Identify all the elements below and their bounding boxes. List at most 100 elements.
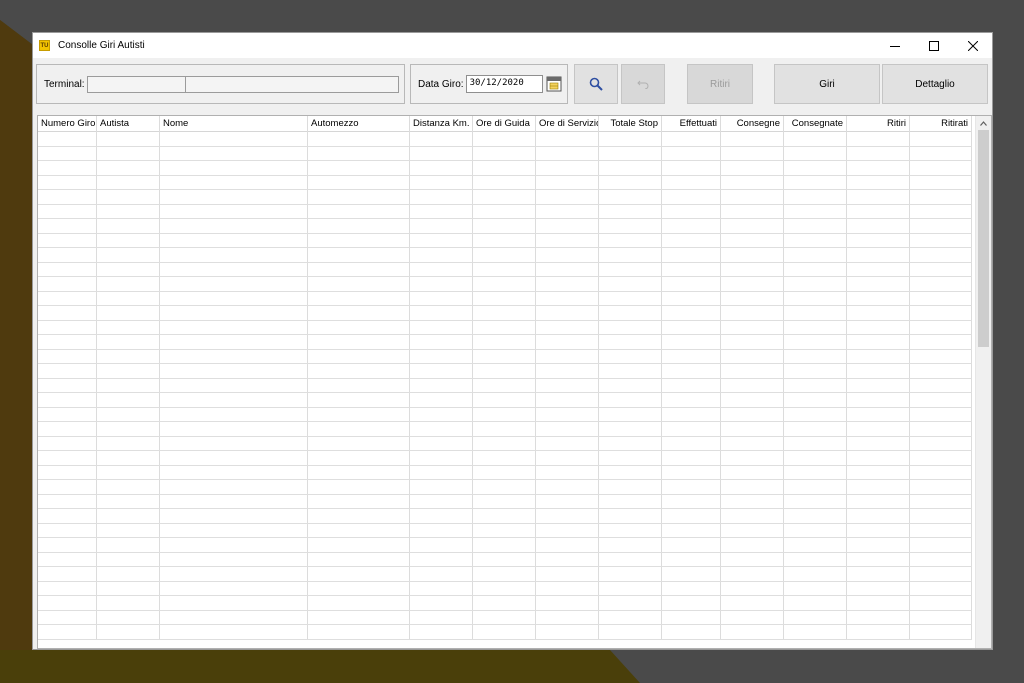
table-cell <box>910 407 972 421</box>
table-cell <box>721 610 784 624</box>
table-cell <box>847 204 910 218</box>
table-cell <box>308 349 410 363</box>
table-row[interactable] <box>38 494 972 509</box>
maximize-button[interactable] <box>914 33 953 58</box>
column-header[interactable]: Consegne <box>721 116 784 132</box>
vertical-scrollbar[interactable] <box>975 116 991 648</box>
minimize-button[interactable] <box>875 33 914 58</box>
date-group: Data Giro: 30/12/2020 <box>410 64 568 104</box>
scrollbar-thumb[interactable] <box>978 130 989 347</box>
table-cell <box>721 306 784 320</box>
table-cell <box>473 219 536 233</box>
column-header[interactable]: Ore di Guida <box>473 116 536 132</box>
column-header[interactable]: Autista <box>97 116 160 132</box>
dettaglio-button[interactable]: Dettaglio <box>882 64 988 104</box>
column-header[interactable]: Totale Stop <box>599 116 662 132</box>
column-header[interactable]: Numero Giro <box>38 116 97 132</box>
table-row[interactable] <box>38 596 972 611</box>
table-cell <box>662 451 721 465</box>
column-header[interactable]: Distanza Km. <box>410 116 473 132</box>
table-cell <box>847 146 910 160</box>
table-row[interactable] <box>38 320 972 335</box>
title-bar[interactable]: TU Consolle Giri Autisti <box>33 33 992 58</box>
table-cell <box>160 277 308 291</box>
table-cell <box>784 320 847 334</box>
table-row[interactable] <box>38 407 972 422</box>
column-header[interactable]: Effettuati <box>662 116 721 132</box>
table-cell <box>308 204 410 218</box>
table-row[interactable] <box>38 610 972 625</box>
table-row[interactable] <box>38 538 972 553</box>
routes-grid[interactable]: Numero Giro Autista Nome Automezzo Distanza … <box>37 115 992 649</box>
table-cell <box>473 436 536 450</box>
table-row[interactable] <box>38 364 972 379</box>
scroll-up-button[interactable] <box>976 116 991 130</box>
table-row[interactable] <box>38 161 972 176</box>
table-row[interactable] <box>38 393 972 408</box>
table-cell <box>536 277 599 291</box>
table-cell <box>473 451 536 465</box>
date-input[interactable]: 30/12/2020 <box>465 75 543 93</box>
table-cell <box>784 190 847 204</box>
giri-button[interactable]: Giri <box>774 64 880 104</box>
table-row[interactable] <box>38 523 972 538</box>
table-cell <box>721 233 784 247</box>
table-row[interactable] <box>38 306 972 321</box>
app-icon: TU <box>39 40 50 51</box>
table-row[interactable] <box>38 175 972 190</box>
table-row[interactable] <box>38 509 972 524</box>
table-row[interactable] <box>38 335 972 350</box>
table-row[interactable] <box>38 581 972 596</box>
table-cell <box>721 494 784 508</box>
close-button[interactable] <box>953 33 992 58</box>
table-row[interactable] <box>38 248 972 263</box>
table-row[interactable] <box>38 233 972 248</box>
table-row[interactable] <box>38 132 972 147</box>
table-cell <box>97 146 160 160</box>
table-cell <box>662 581 721 595</box>
table-row[interactable] <box>38 567 972 582</box>
table-cell <box>599 277 662 291</box>
table-row[interactable] <box>38 552 972 567</box>
table-cell <box>536 190 599 204</box>
table-cell <box>847 596 910 610</box>
table-row[interactable] <box>38 480 972 495</box>
column-header[interactable]: Ritiri <box>847 116 910 132</box>
column-header[interactable]: Consegnate <box>784 116 847 132</box>
table-row[interactable] <box>38 422 972 437</box>
table-row[interactable] <box>38 219 972 234</box>
table-cell <box>410 219 473 233</box>
table-row[interactable] <box>38 436 972 451</box>
table-cell <box>410 610 473 624</box>
table-row[interactable] <box>38 465 972 480</box>
column-header[interactable]: Ore di Servizio <box>536 116 599 132</box>
table-row[interactable] <box>38 625 972 640</box>
table-row[interactable] <box>38 262 972 277</box>
table-cell <box>38 175 97 189</box>
table-row[interactable] <box>38 291 972 306</box>
table-row[interactable] <box>38 378 972 393</box>
table-cell <box>38 451 97 465</box>
table-row[interactable] <box>38 204 972 219</box>
table-cell <box>473 204 536 218</box>
terminal-code-field[interactable] <box>88 76 186 92</box>
table-cell <box>473 494 536 508</box>
table-row[interactable] <box>38 451 972 466</box>
ritiri-button[interactable]: Ritiri <box>687 64 753 104</box>
column-header[interactable]: Ritirati <box>910 116 972 132</box>
table-cell <box>97 349 160 363</box>
table-row[interactable] <box>38 146 972 161</box>
terminal-field[interactable] <box>86 75 399 93</box>
column-header[interactable]: Nome <box>160 116 308 132</box>
table-cell <box>160 465 308 479</box>
table-row[interactable] <box>38 277 972 292</box>
table-cell <box>160 567 308 581</box>
column-header[interactable]: Automezzo <box>308 116 410 132</box>
table-cell <box>160 451 308 465</box>
table-row[interactable] <box>38 349 972 364</box>
table-row[interactable] <box>38 190 972 205</box>
table-cell <box>160 422 308 436</box>
calendar-button[interactable] <box>546 76 562 92</box>
undo-button[interactable] <box>621 64 665 104</box>
search-button[interactable] <box>574 64 618 104</box>
